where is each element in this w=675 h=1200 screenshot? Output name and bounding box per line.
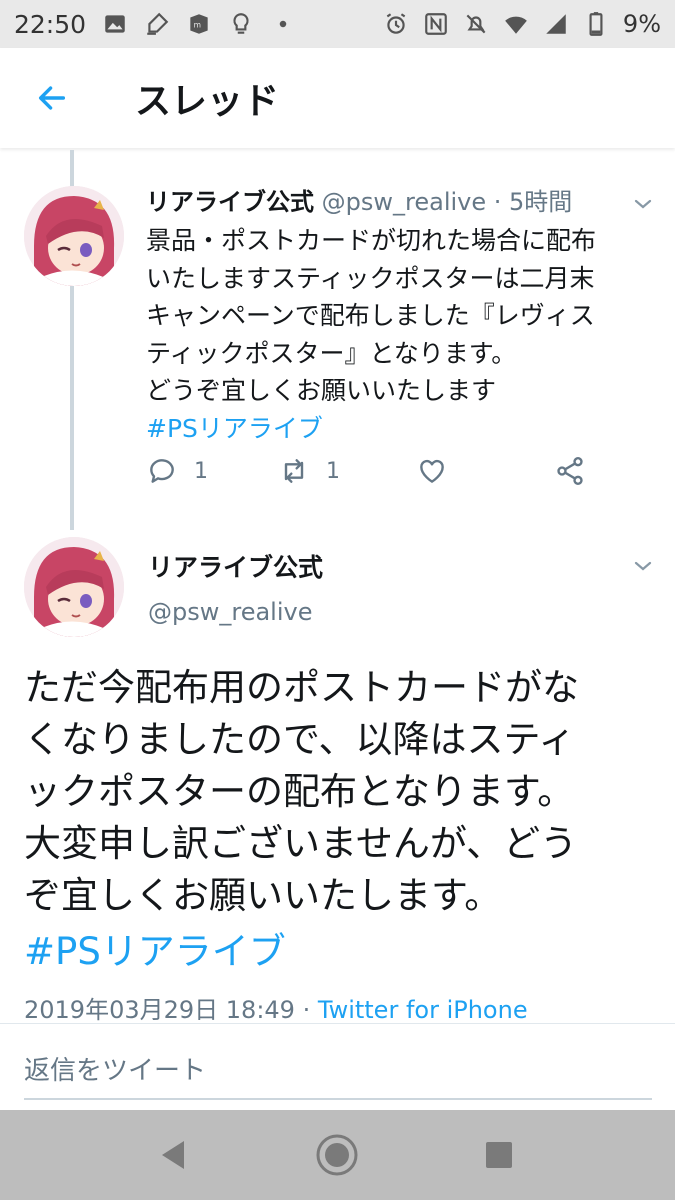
like-button[interactable] [416,455,448,487]
status-time: 22:50 [14,9,87,39]
nav-recents-button[interactable] [476,1132,522,1178]
image-icon [102,11,128,37]
tweet-time: · 5時間 [493,188,573,216]
retweet-count: 1 [326,458,340,484]
main-hashtag[interactable]: #PSリアライブ [24,921,286,975]
author-handle: @psw_realive [148,598,313,626]
reply-input[interactable]: 返信をツイート [24,1050,206,1087]
page-title: スレッド [135,81,280,122]
app-header: スレッド [0,48,675,148]
author-name[interactable]: リアライブ公式 [148,548,323,584]
pen-icon [144,11,170,37]
signal-icon [543,11,569,37]
tweet-timestamp: 2019年03月29日 18:49 [24,996,295,1024]
share-icon [557,457,583,485]
chevron-down-icon[interactable] [631,554,655,578]
mute-icon [463,11,489,37]
arrow-left-icon [38,86,66,110]
nav-home-button[interactable] [314,1132,360,1178]
dot-icon [270,11,296,37]
author-handle: @psw_realive [321,188,487,216]
tweet-source[interactable]: Twitter for iPhone [318,996,528,1024]
home-circle-icon [316,1134,358,1176]
parent-hashtag[interactable]: #PSリアライブ [146,410,666,448]
reply-count: 1 [194,458,208,484]
avatar[interactable] [24,186,124,286]
chevron-down-icon[interactable] [631,192,655,216]
battery-icon [583,11,609,37]
heart-icon [420,459,444,483]
divider [0,1023,675,1024]
wifi-icon [503,11,529,37]
nav-back-button[interactable] [150,1132,196,1178]
svg-text:m: m [194,20,201,29]
alarm-icon [383,11,409,37]
battery-percent: 9% [622,10,661,38]
status-bar: 22:50 m 9% [0,0,675,48]
nfc-icon [423,11,449,37]
retweet-icon [284,459,304,483]
system-nav-bar [0,1110,675,1200]
avatar[interactable] [24,537,124,637]
reply-button[interactable]: 1 [146,455,208,487]
author-name[interactable]: リアライブ公式 [146,188,314,216]
recents-square-icon [486,1142,512,1168]
bulb-icon [228,11,254,37]
back-button[interactable] [22,68,82,128]
reply-icon [150,459,174,483]
meta-separator: · [302,996,311,1024]
main-tweet-text: ただ今配布用のポストカードがな くなりましたので、以降はスティ ックポスターの配… [24,666,579,917]
back-triangle-icon [162,1141,184,1169]
tweet-actions: 1 1 [146,455,606,499]
tweet-meta: 2019年03月29日 18:49 · Twitter for iPhone [24,990,528,1025]
parent-tweet-header: リアライブ公式 @psw_realive · 5時間 [146,182,646,217]
share-button[interactable] [554,455,586,487]
parent-tweet-text: 景品・ポストカードが切れた場合に配布 いたしますスティックポスターは二月末 キャ… [146,226,597,405]
app-icon: m [186,11,212,37]
retweet-button[interactable]: 1 [278,455,340,487]
reply-input-underline [24,1098,652,1100]
